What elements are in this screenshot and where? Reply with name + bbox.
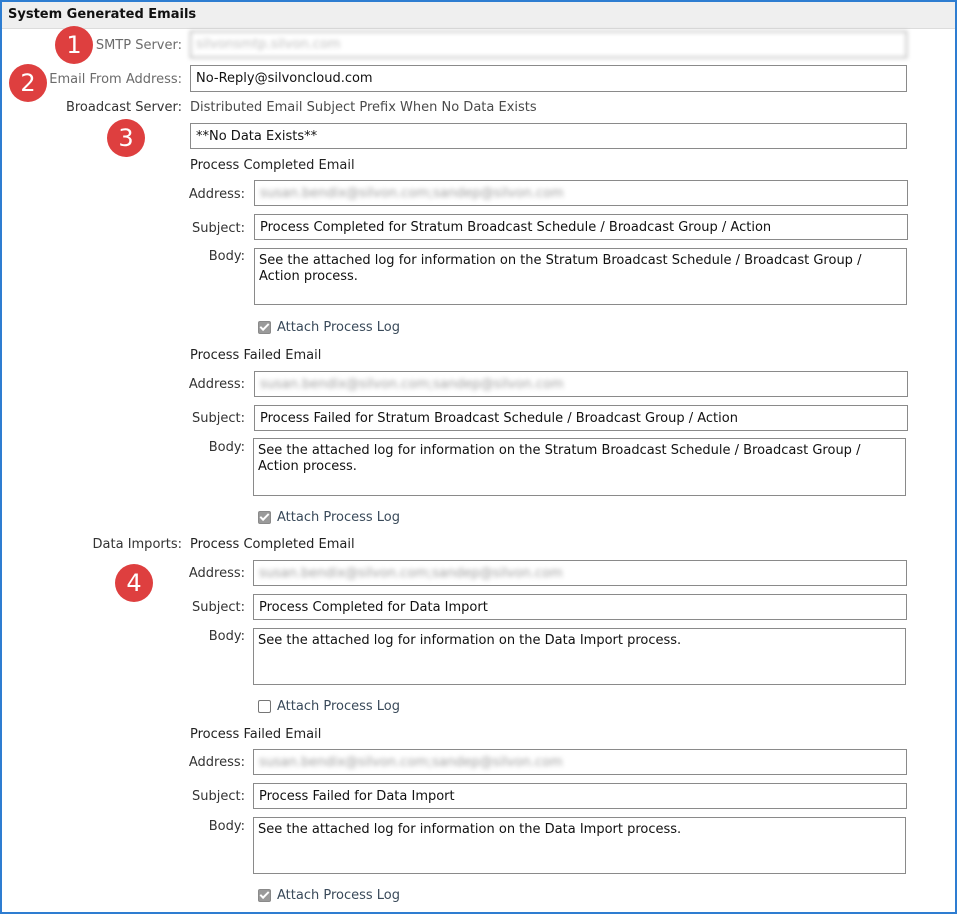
- imports-failed-title: Process Failed Email: [190, 727, 322, 742]
- email-from-label: Email From Address:: [49, 72, 182, 87]
- broadcast-failed-attach-label: Attach Process Log: [277, 510, 401, 525]
- broadcast-failed-address-label: Address:: [188, 377, 245, 392]
- imports-completed-address-label: Address:: [188, 566, 245, 581]
- broadcast-server-label: Broadcast Server:: [65, 100, 182, 115]
- broadcast-completed-address-input[interactable]: susan.bendix@silvon.com;sandep@silvon.co…: [254, 180, 908, 206]
- imports-failed-address-value: susan.bendix@silvon.com;sandep@silvon.co…: [259, 755, 563, 770]
- broadcast-completed-subject-label: Subject:: [192, 221, 245, 236]
- panel-header: System Generated Emails: [2, 2, 955, 29]
- smtp-server-value: silvonsmtp.silvon.com: [196, 37, 341, 52]
- callout-badge-4: 4: [115, 564, 153, 602]
- subject-prefix-label: Distributed Email Subject Prefix When No…: [190, 100, 537, 115]
- imports-failed-subject-label: Subject:: [192, 789, 245, 804]
- data-imports-label: Data Imports:: [92, 537, 182, 552]
- broadcast-failed-body-input[interactable]: See the attached log for information on …: [253, 438, 906, 496]
- imports-failed-address-input[interactable]: susan.bendix@silvon.com;sandep@silvon.co…: [253, 749, 907, 775]
- broadcast-failed-address-value: susan.bendix@silvon.com;sandep@silvon.co…: [260, 377, 564, 392]
- imports-completed-title: Process Completed Email: [190, 537, 355, 552]
- broadcast-failed-address-input[interactable]: susan.bendix@silvon.com;sandep@silvon.co…: [254, 371, 908, 397]
- imports-failed-subject-value: Process Failed for Data Import: [259, 789, 455, 804]
- imports-completed-attach-checkbox[interactable]: [258, 700, 271, 713]
- broadcast-failed-attach-row: Attach Process Log: [258, 510, 400, 525]
- broadcast-completed-subject-value: Process Completed for Stratum Broadcast …: [260, 220, 772, 235]
- broadcast-failed-title: Process Failed Email: [190, 348, 322, 363]
- imports-failed-body-label: Body:: [208, 819, 245, 834]
- smtp-server-label: SMTP Server:: [95, 38, 182, 53]
- subject-prefix-value: **No Data Exists**: [196, 129, 318, 144]
- imports-completed-subject-value: Process Completed for Data Import: [259, 600, 488, 615]
- imports-failed-subject-input[interactable]: Process Failed for Data Import: [253, 783, 907, 809]
- imports-failed-attach-label: Attach Process Log: [277, 888, 401, 903]
- imports-failed-attach-row: Attach Process Log: [258, 888, 400, 903]
- imports-failed-address-label: Address:: [188, 755, 245, 770]
- broadcast-completed-attach-checkbox[interactable]: [258, 321, 271, 334]
- broadcast-failed-subject-value: Process Failed for Stratum Broadcast Sch…: [260, 411, 738, 426]
- broadcast-completed-title: Process Completed Email: [190, 158, 355, 173]
- imports-completed-subject-label: Subject:: [192, 600, 245, 615]
- panel-title: System Generated Emails: [8, 7, 197, 22]
- broadcast-completed-body-input[interactable]: See the attached log for information on …: [254, 248, 907, 305]
- broadcast-completed-attach-label: Attach Process Log: [277, 320, 401, 335]
- broadcast-failed-subject-input[interactable]: Process Failed for Stratum Broadcast Sch…: [254, 405, 908, 431]
- smtp-server-input[interactable]: silvonsmtp.silvon.com: [190, 31, 907, 58]
- broadcast-failed-body-label: Body:: [208, 440, 245, 455]
- broadcast-failed-subject-label: Subject:: [192, 411, 245, 426]
- imports-completed-address-input[interactable]: susan.bendix@silvon.com;sandep@silvon.co…: [253, 560, 907, 586]
- imports-completed-body-label: Body:: [208, 629, 245, 644]
- broadcast-completed-body-label: Body:: [208, 249, 245, 264]
- imports-completed-attach-row: Attach Process Log: [258, 699, 400, 714]
- imports-failed-body-input[interactable]: See the attached log for information on …: [253, 817, 906, 874]
- subject-prefix-input[interactable]: **No Data Exists**: [190, 123, 907, 149]
- callout-badge-1: 1: [55, 26, 93, 64]
- email-from-input[interactable]: No-Reply@silvoncloud.com: [190, 65, 907, 92]
- broadcast-completed-address-label: Address:: [188, 187, 245, 202]
- callout-badge-2: 2: [9, 64, 47, 102]
- imports-completed-subject-input[interactable]: Process Completed for Data Import: [253, 594, 907, 620]
- broadcast-completed-address-value: susan.bendix@silvon.com;sandep@silvon.co…: [260, 186, 564, 201]
- imports-failed-attach-checkbox[interactable]: [258, 889, 271, 902]
- email-from-value: No-Reply@silvoncloud.com: [196, 71, 373, 86]
- imports-completed-body-input[interactable]: See the attached log for information on …: [253, 628, 906, 685]
- broadcast-completed-attach-row: Attach Process Log: [258, 320, 400, 335]
- callout-badge-3: 3: [107, 119, 145, 157]
- imports-completed-attach-label: Attach Process Log: [277, 699, 401, 714]
- broadcast-failed-attach-checkbox[interactable]: [258, 511, 271, 524]
- imports-completed-address-value: susan.bendix@silvon.com;sandep@silvon.co…: [259, 566, 563, 581]
- broadcast-completed-subject-input[interactable]: Process Completed for Stratum Broadcast …: [254, 214, 908, 240]
